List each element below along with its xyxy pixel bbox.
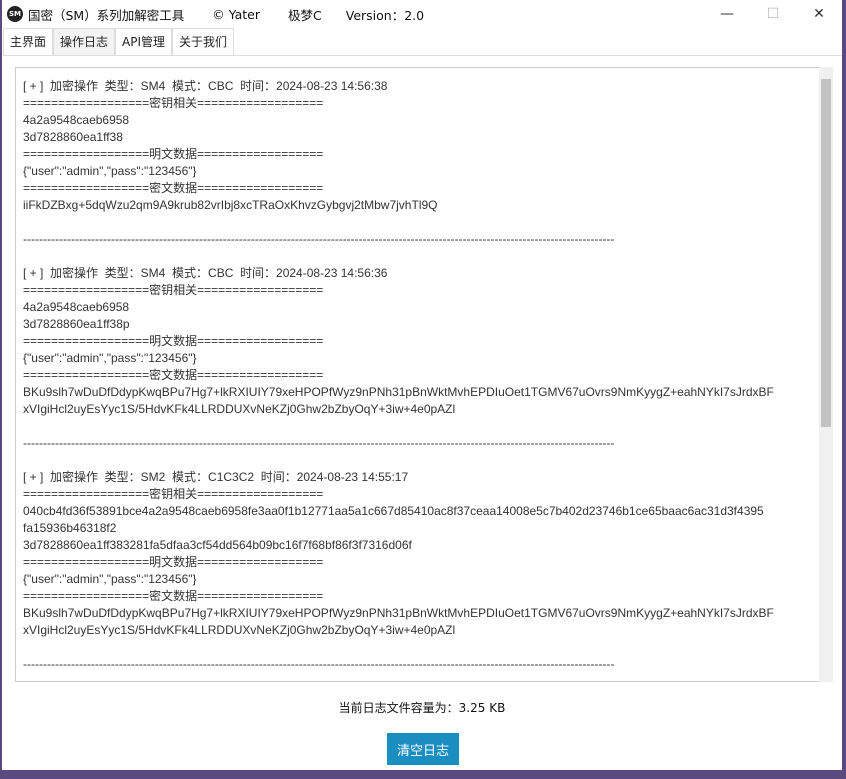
log-line: [ + ] 加密操作 类型：SM4 模式：CBC 时间：2024-08-23 1… [23,266,388,280]
log-line: fa15936b46318f2 [23,521,117,535]
log-line: ==================密钥相关================== [23,487,324,501]
title-bar: SM 国密（SM）系列加解密工具 © Yater 极梦C Version：2.0… [2,0,842,28]
log-line: iiFkDZBxg+5dqWzu2qm9A9krub82vrIbj8xcTRaO… [23,198,438,212]
log-line: xVIgiHcl2uyEsYyc1S/5HdvKFk4LLRDDUXvNeKZj… [23,402,456,416]
log-line: [ + ] 加密操作 类型：SM4 模式：CBC 时间：2024-08-23 1… [23,79,388,93]
log-line: ==================密文数据================== [23,181,324,195]
log-line: 3d7828860ea1ff38 [23,130,123,144]
tab-api[interactable]: API管理 [115,28,173,55]
close-button[interactable]: ✕ [796,6,842,22]
log-textarea[interactable]: [ + ] 加密操作 类型：SM4 模式：CBC 时间：2024-08-23 1… [15,67,820,682]
tab-bar: 主界面 操作日志 API管理 关于我们 [3,28,842,56]
log-line: 040cb4fd36f53891bce4a2a9548caeb6958fe3aa… [23,504,764,518]
app-title: 国密（SM）系列加解密工具 [28,7,185,23]
log-line: ==================明文数据================== [23,555,324,569]
log-line: 3d7828860ea1ff38p [23,317,130,331]
app-logo-icon: SM [7,6,23,22]
log-line: [ + ] 加密操作 类型：SM2 模式：C1C3C2 时间：2024-08-2… [23,470,409,484]
maximize-button[interactable]: ☐ [750,6,796,22]
tab-log[interactable]: 操作日志 [53,28,116,55]
log-line: ==================明文数据================== [23,334,324,348]
version-label: Version：2.0 [345,7,425,23]
log-size-status: 当前日志文件容量为：3.25 KB [338,701,506,715]
log-line: ==================密文数据================== [23,589,324,603]
tab-main[interactable]: 主界面 [3,28,54,55]
log-line: {"user":"admin","pass":"123456"} [23,164,197,178]
minimize-button[interactable]: — [704,6,750,22]
log-line: {"user":"admin","pass":"123456"} [23,351,197,365]
log-line: ==================密钥相关================== [23,96,324,110]
log-line: 4a2a9548caeb6958 [23,113,130,127]
log-line: BKu9slh7wDuDfDdypKwqBPu7Hg7+lkRXIUIY79xe… [23,606,774,620]
log-line: xVIgiHcl2uyEsYyc1S/5HdvKFk4LLRDDUXvNeKZj… [23,623,456,637]
log-scrollbar[interactable] [819,67,833,682]
tab-about[interactable]: 关于我们 [172,28,235,55]
clear-log-button[interactable]: 清空日志 [387,733,459,765]
log-line: ----------------------------------------… [23,436,615,450]
log-line: {"user":"admin","pass":"123456"} [23,572,197,586]
log-content: [ + ] 加密操作 类型：SM4 模式：CBC 时间：2024-08-23 1… [16,68,819,673]
log-line: ----------------------------------------… [23,232,615,246]
nick-label: 极梦C [288,7,322,23]
log-line: 3d7828860ea1ff383281fa5dfaa3cf54dd564b09… [23,538,412,552]
log-line: ==================密钥相关================== [23,283,324,297]
log-line: ==================明文数据================== [23,147,324,161]
author-label: © Yater [212,6,261,22]
scrollbar-thumb[interactable] [821,79,831,427]
log-line: 4a2a9548caeb6958 [23,300,130,314]
log-line: BKu9slh7wDuDfDdypKwqBPu7Hg7+lkRXIUIY79xe… [23,385,774,399]
log-line: ----------------------------------------… [23,657,615,671]
app-window: SM 国密（SM）系列加解密工具 © Yater 极梦C Version：2.0… [2,0,842,770]
log-line: ==================密文数据================== [23,368,324,382]
